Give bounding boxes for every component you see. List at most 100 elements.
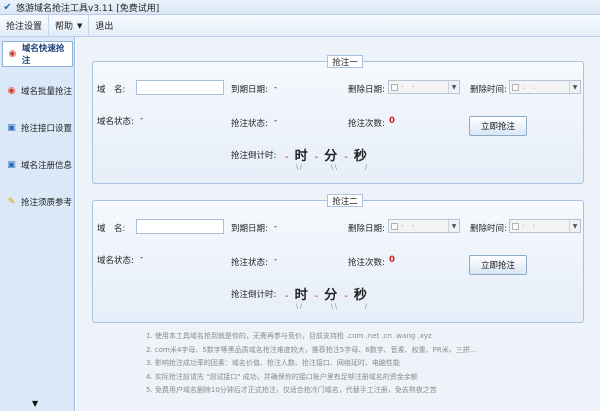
sidebar-item-label: 域名注册信息 <box>21 161 73 171</box>
delete-date-label: 删除日期: <box>348 224 385 234</box>
register-status-label: 抢注状态: <box>231 119 268 129</box>
sidebar-item-reference[interactable]: ✎ 抢注须质参考 <box>2 189 73 215</box>
register-status-label: 抢注状态: <box>231 258 268 268</box>
register-status-value: - <box>274 116 278 126</box>
title-bar: ✔ 悠游域名抢注工具v3.11 [免费试用] <box>0 0 600 15</box>
dropdown-arrow-icon[interactable]: ▼ <box>569 220 580 232</box>
scroll-down-icon[interactable]: ▼ <box>32 399 38 408</box>
date-value: - - <box>401 83 418 91</box>
hour-unit: 时 <box>294 149 309 164</box>
countdown-seconds: - <box>344 152 348 163</box>
sidebar-item-label: 抢注接口设置 <box>21 124 73 134</box>
register-count-value: 0 <box>389 116 395 126</box>
sidebar-item-label: 域名批量抢注 <box>21 87 73 97</box>
expire-date-label: 到期日期: <box>231 85 268 95</box>
sidebar-item-quick-register[interactable]: ◉ 域名快速抢注 <box>2 41 73 67</box>
expire-date-value: - <box>274 83 278 93</box>
delete-date-picker[interactable]: - - ▼ <box>388 219 460 233</box>
second-unit: 秒 <box>353 149 368 164</box>
menu-bar: 抢注设置 帮助 ▼ 退出 <box>0 14 600 37</box>
dropdown-arrow-icon[interactable]: ▼ <box>448 81 459 93</box>
menu-label: 帮助 <box>55 22 74 32</box>
date-checkbox[interactable] <box>391 222 398 230</box>
countdown-hours: - <box>285 291 289 302</box>
time-checkbox[interactable] <box>512 83 519 91</box>
sidebar: ◉ 域名快速抢注 ◉ 域名批量抢注 ▣ 抢注接口设置 ▣ 域名注册信息 ✎ 抢注… <box>0 37 75 411</box>
dropdown-arrow-icon[interactable]: ▼ <box>569 81 580 93</box>
window-title: 悠游域名抢注工具v3.11 [免费试用] <box>16 3 160 14</box>
menu-item-settings[interactable]: 抢注设置 <box>0 15 48 37</box>
tip-item: 3. 影响抢注成功率的因素：域名价值、抢注人数、抢注接口、网络延时、电脑性能 <box>146 359 400 368</box>
countdown-seconds: - <box>344 291 348 302</box>
menu-item-help[interactable]: 帮助 ▼ <box>48 14 88 37</box>
countdown-sublabel: \ / <box>296 303 302 310</box>
dropdown-arrow-icon[interactable]: ▼ <box>448 220 459 232</box>
date-value: - - <box>401 222 418 230</box>
sidebar-item-interface-settings[interactable]: ▣ 抢注接口设置 <box>2 115 73 141</box>
delete-time-label: 删除时间: <box>470 224 507 234</box>
domain-label: 域 名: <box>97 85 126 95</box>
minute-unit: 分 <box>324 288 339 303</box>
main-content: 抢注一 域 名: 到期日期: - 删除日期: - - ▼ 删除时间: : : ▼… <box>76 37 600 411</box>
register-count-value: 0 <box>389 255 395 265</box>
sidebar-item-label: 域名快速抢注 <box>21 44 65 66</box>
countdown-minutes: - <box>314 291 319 302</box>
countdown-label: 抢注倒计时: <box>231 151 277 161</box>
target-icon: ◉ <box>8 49 17 59</box>
countdown-minutes: - <box>314 152 319 163</box>
window-icon: ▣ <box>7 160 16 170</box>
countdown-display: -时 -分 -秒 <box>279 284 368 303</box>
wing-logo-icon: ✔ <box>3 1 12 13</box>
second-unit: 秒 <box>353 288 368 303</box>
countdown-hours: - <box>285 152 289 163</box>
tip-item: 5. 免费用户域名删除10分钟后才正式抢注，仅适合抢冷门域名，代替手工注册，免去… <box>146 386 437 395</box>
dropdown-arrow-icon: ▼ <box>77 21 83 30</box>
countdown-display: -时 -分 -秒 <box>279 145 368 164</box>
window-icon: ▣ <box>7 123 16 133</box>
register-count-label: 抢注次数: <box>348 258 385 268</box>
register-now-button[interactable]: 立即抢注 <box>469 116 527 136</box>
time-value: : : <box>522 222 538 230</box>
register-count-label: 抢注次数: <box>348 119 385 129</box>
delete-time-picker[interactable]: : : ▼ <box>509 80 581 94</box>
minute-unit: 分 <box>324 149 339 164</box>
delete-time-picker[interactable]: : : ▼ <box>509 219 581 233</box>
date-checkbox[interactable] <box>391 83 398 91</box>
target-icon: ◉ <box>7 86 16 96</box>
countdown-sublabel: / <box>365 303 368 310</box>
domain-status-value: - <box>140 114 144 124</box>
menu-label: 退出 <box>95 22 114 32</box>
domain-status-label: 域名状态: <box>97 256 134 266</box>
pin-icon: ✎ <box>7 197 16 207</box>
domain-input[interactable] <box>136 219 224 234</box>
sidebar-item-registration-info[interactable]: ▣ 域名注册信息 <box>2 152 73 178</box>
expire-date-label: 到期日期: <box>231 224 268 234</box>
domain-status-value: - <box>140 253 144 263</box>
time-checkbox[interactable] <box>512 222 519 230</box>
tip-item: 2. com米4字母、5数字等黑品质域名抢注难度较大，推荐抢注5字母、6数字、音… <box>146 345 477 354</box>
time-value: : : <box>522 83 538 91</box>
sidebar-item-label: 抢注须质参考 <box>21 198 73 208</box>
domain-label: 域 名: <box>97 224 126 234</box>
menu-item-exit[interactable]: 退出 <box>88 14 119 37</box>
tip-item: 4. 实际抢注前请先 "测试接口" 成功，并确保你的接口账户里有足够注册域名的资… <box>146 372 418 381</box>
register-panel-1: 抢注一 域 名: 到期日期: - 删除日期: - - ▼ 删除时间: : : ▼… <box>92 55 584 184</box>
expire-date-value: - <box>274 222 278 232</box>
panel-title: 抢注一 <box>327 55 363 68</box>
sidebar-item-batch-register[interactable]: ◉ 域名批量抢注 <box>2 78 73 104</box>
tips-list: 1. 使用本工具域名抢到就是你的，无需再参与竞价，目前支持抢 .com .net… <box>146 330 586 398</box>
countdown-sublabel: \ \ <box>331 303 337 310</box>
hour-unit: 时 <box>294 288 309 303</box>
delete-date-label: 删除日期: <box>348 85 385 95</box>
register-panel-2: 抢注二 域 名: 到期日期: - 删除日期: - - ▼ 删除时间: : : ▼… <box>92 194 584 323</box>
tip-item: 1. 使用本工具域名抢到就是你的，无需再参与竞价，目前支持抢 .com .net… <box>146 332 432 340</box>
domain-status-label: 域名状态: <box>97 117 134 127</box>
countdown-label: 抢注倒计时: <box>231 290 277 300</box>
delete-date-picker[interactable]: - - ▼ <box>388 80 460 94</box>
panel-title: 抢注二 <box>327 194 363 207</box>
domain-input[interactable] <box>136 80 224 95</box>
register-status-value: - <box>274 255 278 265</box>
countdown-sublabel: / <box>365 164 368 171</box>
register-now-button[interactable]: 立即抢注 <box>469 255 527 275</box>
menu-label: 抢注设置 <box>6 22 43 32</box>
